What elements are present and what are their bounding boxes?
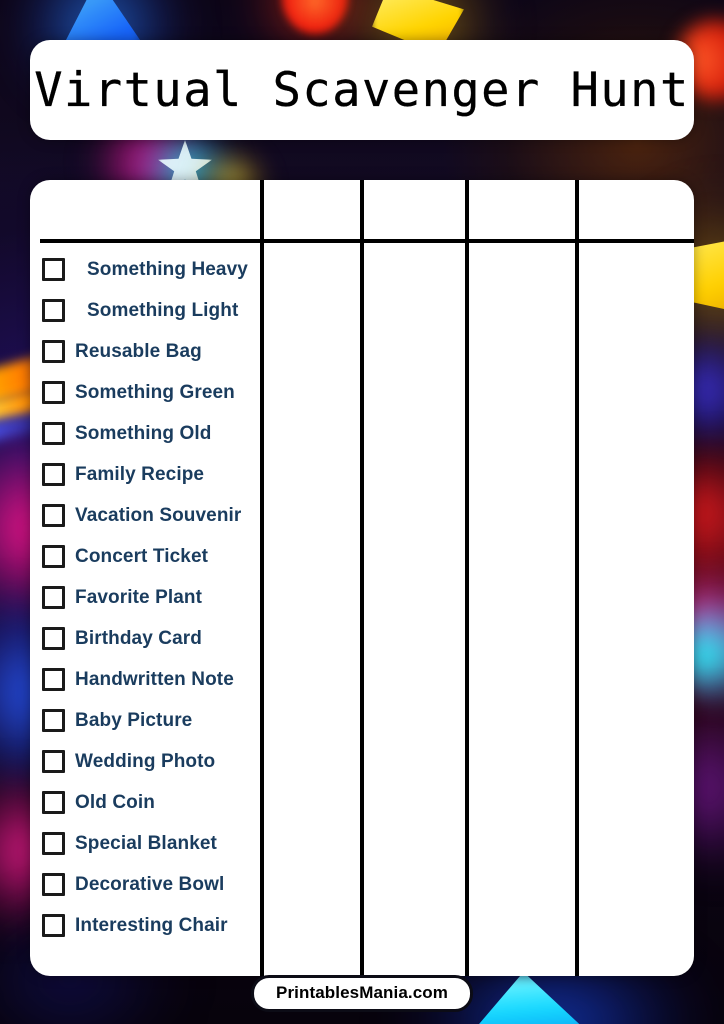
checklist-row[interactable]: Something Light (30, 290, 290, 331)
checklist-row[interactable]: Interesting Chair (30, 905, 290, 946)
checklist-row[interactable]: Favorite Plant (30, 577, 290, 618)
checklist-item-label: Something Light (87, 299, 239, 321)
checklist-item-label: Old Coin (75, 791, 155, 813)
checklist-item-label: Special Blanket (75, 832, 217, 854)
checkbox-icon[interactable] (42, 545, 65, 568)
checkbox-icon[interactable] (42, 258, 65, 281)
checkbox-icon[interactable] (42, 463, 65, 486)
checklist-item-label: Handwritten Note (75, 668, 234, 690)
checklist-item-label: Interesting Chair (75, 914, 228, 936)
checkbox-icon[interactable] (42, 668, 65, 691)
checklist-table: Something Heavy Something Light Reusable B… (30, 180, 694, 976)
checkbox-icon[interactable] (42, 422, 65, 445)
checkbox-icon[interactable] (42, 299, 65, 322)
checklist-item-label: Concert Ticket (75, 545, 209, 567)
checklist-row[interactable]: Birthday Card (30, 618, 290, 659)
checklist-row[interactable]: Vacation Souvenir (30, 495, 290, 536)
checkbox-icon[interactable] (42, 914, 65, 937)
checkbox-icon[interactable] (42, 627, 65, 650)
checklist-row[interactable]: Something Heavy (30, 249, 290, 290)
checkbox-icon[interactable] (42, 791, 65, 814)
checklist-item-label: Family Recipe (75, 463, 205, 485)
checklist-item-label: Reusable Bag (75, 340, 202, 362)
title-card: Virtual Scavenger Hunt (30, 40, 694, 140)
checklist-row[interactable]: Old Coin (30, 782, 290, 823)
checklist-item-label: Something Heavy (87, 258, 248, 280)
checklist-row[interactable]: Family Recipe (30, 454, 290, 495)
checklist-row[interactable]: Special Blanket (30, 823, 290, 864)
checklist-row[interactable]: Something Green (30, 372, 290, 413)
checklist-item-label: Wedding Photo (75, 750, 216, 772)
checkbox-icon[interactable] (42, 750, 65, 773)
checklist-item-label: Vacation Souvenir (75, 504, 242, 526)
column-divider-2 (360, 180, 364, 976)
checklist-row[interactable]: Reusable Bag (30, 331, 290, 372)
column-divider-3 (465, 180, 469, 976)
checklist-item-label: Favorite Plant (75, 586, 203, 608)
checklist-item-label: Something Old (75, 422, 212, 444)
checklist-row[interactable]: Baby Picture (30, 700, 290, 741)
checklist-item-label: Birthday Card (75, 627, 202, 649)
checklist-row[interactable]: Something Old (30, 413, 290, 454)
page-title: Virtual Scavenger Hunt (34, 62, 690, 118)
checklist-row[interactable]: Handwritten Note (30, 659, 290, 700)
checklist-item-label: Decorative Bowl (75, 873, 225, 895)
checklist-row[interactable]: Decorative Bowl (30, 864, 290, 905)
checkbox-icon[interactable] (42, 340, 65, 363)
column-divider-4 (575, 180, 579, 976)
checklist-rows: Something Heavy Something Light Reusable B… (30, 243, 290, 946)
checklist-row[interactable]: Wedding Photo (30, 741, 290, 782)
checkbox-icon[interactable] (42, 504, 65, 527)
checklist-row[interactable]: Concert Ticket (30, 536, 290, 577)
checkbox-icon[interactable] (42, 586, 65, 609)
checkbox-icon[interactable] (42, 709, 65, 732)
checkbox-icon[interactable] (42, 381, 65, 404)
checkbox-icon[interactable] (42, 832, 65, 855)
checklist-item-label: Baby Picture (75, 709, 193, 731)
checklist-card: Something Heavy Something Light Reusable B… (30, 180, 694, 976)
checklist-item-label: Something Green (75, 381, 235, 403)
checkbox-icon[interactable] (42, 873, 65, 896)
footer-brand-badge: PrintablesMania.com (251, 975, 473, 1012)
